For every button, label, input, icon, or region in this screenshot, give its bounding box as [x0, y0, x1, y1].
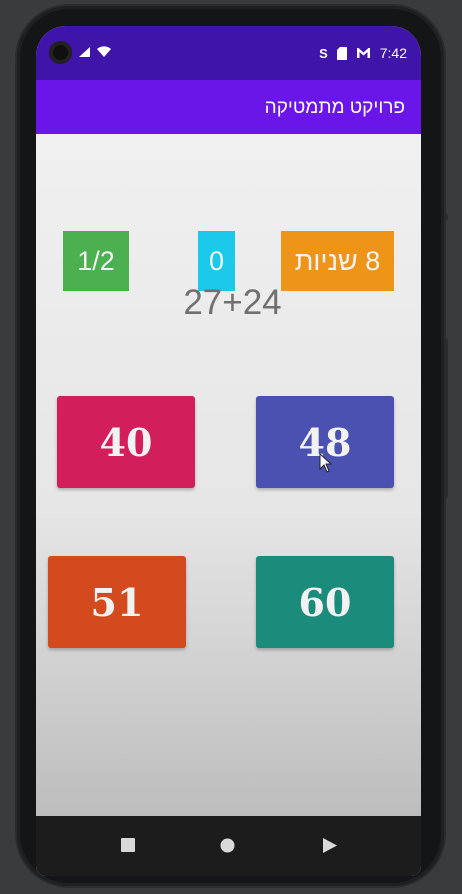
score-text: 0	[208, 245, 225, 276]
navigation-bar	[36, 816, 421, 876]
score-badge: 0	[198, 231, 235, 291]
home-circle-icon[interactable]	[220, 838, 235, 853]
timer-badge: 8 שניות	[281, 231, 394, 291]
progress-badge: 1/2	[63, 231, 129, 291]
progress-text: 1/2	[77, 245, 115, 276]
volume-button	[444, 214, 448, 220]
recents-square-icon[interactable]	[121, 838, 135, 852]
sd-card-icon	[336, 46, 347, 60]
gmail-icon	[356, 48, 370, 58]
app-title: פרויקט מתמטיקה	[264, 97, 405, 118]
status-time: 7:42	[379, 45, 407, 61]
device-screen: S 7:42 פרויקט מתמטיקה 8 שניות 0 1/2 27+2…	[36, 26, 421, 876]
timer-text: 8 שניות	[294, 245, 381, 276]
status-icons-left	[78, 46, 112, 58]
back-triangle-icon[interactable]	[323, 838, 337, 853]
answer-button-3[interactable]: 51	[48, 556, 186, 648]
wifi-icon	[97, 46, 111, 57]
status-icons-right: S 7:42	[319, 45, 407, 61]
question-text: 27+24	[183, 283, 282, 322]
game-content: 8 שניות 0 1/2 27+24 40 48 51 60	[36, 134, 421, 816]
answer-label: 51	[90, 579, 144, 625]
answer-label: 40	[99, 419, 153, 465]
front-camera	[49, 41, 72, 64]
mouse-cursor-icon	[319, 453, 333, 473]
answer-button-1[interactable]: 40	[57, 396, 195, 488]
app-bar: פרויקט מתמטיקה	[36, 80, 421, 134]
status-bar: S 7:42	[36, 26, 421, 80]
answer-button-2[interactable]: 48	[256, 396, 394, 488]
signal-icon	[79, 47, 90, 57]
answer-button-4[interactable]: 60	[256, 556, 394, 648]
answer-label: 60	[298, 579, 352, 625]
power-button	[444, 338, 448, 498]
notification-s-icon: S	[319, 45, 328, 61]
